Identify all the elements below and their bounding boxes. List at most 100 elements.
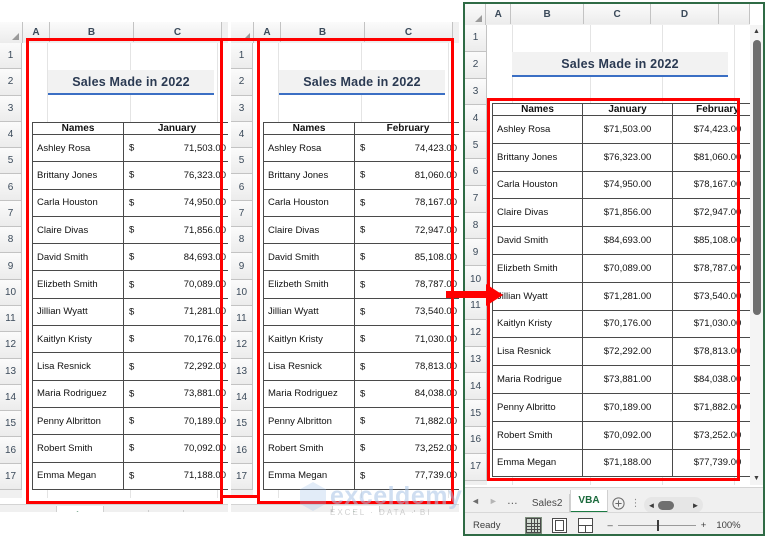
cell-name[interactable]: Claire Divas xyxy=(492,198,583,228)
cell-february[interactable]: $81,060.00 xyxy=(672,142,763,172)
horizontal-scrollbar[interactable]: ◄ ► xyxy=(643,497,704,513)
zoom-track[interactable] xyxy=(617,519,696,531)
sheet-tab-sales2[interactable]: Sales2 xyxy=(104,510,150,512)
cell-name[interactable]: Jillian Wyatt xyxy=(32,297,124,327)
row-header-11[interactable]: 11 xyxy=(231,305,253,333)
zoom-in-icon[interactable]: + xyxy=(701,520,707,531)
row-header-1[interactable]: 1 xyxy=(0,43,22,70)
column-header-d[interactable]: D xyxy=(651,4,719,24)
cell-february[interactable]: $73,252.00 xyxy=(672,420,763,450)
row-header-15[interactable]: 15 xyxy=(231,411,253,438)
cell-name[interactable]: Maria Rodrigue xyxy=(492,365,583,394)
cell-name[interactable]: Elizbeth Smith xyxy=(492,253,583,283)
row-header-16[interactable]: 16 xyxy=(465,426,487,454)
cell-name[interactable]: Carla Houston xyxy=(263,188,355,217)
row-header-7[interactable]: 7 xyxy=(465,185,487,213)
cell-amount[interactable]: $74,950.00 xyxy=(123,188,228,217)
column-header-e[interactable] xyxy=(718,4,750,24)
row-header-13[interactable]: 13 xyxy=(465,346,487,374)
row-header-9[interactable]: 9 xyxy=(465,239,487,267)
cell-name[interactable]: Ashley Rosa xyxy=(32,133,124,163)
cell-january[interactable]: $71,856.00 xyxy=(582,198,673,228)
hscroll-left-arrow-icon[interactable]: ◄ xyxy=(648,501,656,510)
cell-name[interactable]: Ashley Rosa xyxy=(263,133,355,163)
cell-amount[interactable]: $81,060.00 xyxy=(354,161,459,190)
cell-name[interactable]: Maria Rodriguez xyxy=(263,379,355,408)
cell-amount[interactable]: $73,252.00 xyxy=(354,434,459,463)
cell-february[interactable]: $71,030.00 xyxy=(672,309,763,339)
column-header-c[interactable]: C xyxy=(365,22,453,42)
cell-amount[interactable]: $71,030.00 xyxy=(354,325,459,354)
cell-name[interactable]: Lisa Resnick xyxy=(32,352,124,381)
cell-amount[interactable]: $72,292.00 xyxy=(123,352,228,381)
cell-amount[interactable]: $70,189.00 xyxy=(123,406,228,436)
row-header-5[interactable]: 5 xyxy=(231,148,253,175)
cell-name[interactable]: Robert Smith xyxy=(263,434,355,463)
scrollbar-thumb[interactable] xyxy=(753,40,761,315)
column-header-c[interactable]: C xyxy=(134,22,222,42)
row-header-2[interactable]: 2 xyxy=(0,69,22,96)
cell-january[interactable]: $71,281.00 xyxy=(582,281,673,311)
nav-next-icon[interactable]: ► xyxy=(489,496,498,506)
row-header-7[interactable]: 7 xyxy=(231,200,253,228)
row-header-12[interactable]: 12 xyxy=(0,332,22,359)
row-header-9[interactable]: 9 xyxy=(0,253,22,280)
normal-view-icon[interactable] xyxy=(525,516,543,534)
row-header-8[interactable]: 8 xyxy=(231,227,253,254)
row-header-4[interactable]: 4 xyxy=(231,121,253,149)
cell-february[interactable]: $72,947.00 xyxy=(672,198,763,228)
cell-amount[interactable]: $70,092.00 xyxy=(123,434,228,463)
cell-february[interactable]: $78,787.00 xyxy=(672,253,763,283)
cell-amount[interactable]: $70,089.00 xyxy=(123,270,228,299)
cell-amount[interactable]: $76,323.00 xyxy=(123,161,228,190)
cell-name[interactable]: Robert Smith xyxy=(32,434,124,463)
hscrollbar-thumb[interactable] xyxy=(658,500,675,510)
cell-amount[interactable]: $84,038.00 xyxy=(354,379,459,408)
hscroll-right-arrow-icon[interactable]: ► xyxy=(691,501,699,510)
row-header-13[interactable]: 13 xyxy=(231,358,253,385)
column-header-a[interactable]: A xyxy=(23,22,50,42)
nav-more-icon[interactable]: … xyxy=(507,495,519,507)
scroll-up-arrow-icon[interactable]: ▲ xyxy=(750,25,763,38)
cell-january[interactable]: $84,693.00 xyxy=(582,226,673,255)
select-all-corner[interactable] xyxy=(465,4,487,25)
cell-february[interactable]: $77,739.00 xyxy=(672,448,763,478)
row-header-1[interactable]: 1 xyxy=(465,25,487,52)
sheet-nav-arrows-middle[interactable]: ◄ ► … xyxy=(231,505,287,512)
row-header-9[interactable]: 9 xyxy=(231,253,253,280)
cell-january[interactable]: $73,881.00 xyxy=(582,365,673,394)
cell-february[interactable]: $73,540.00 xyxy=(672,281,763,311)
sheet-tab-sales1[interactable]: Sales1 xyxy=(55,506,104,512)
cell-name[interactable]: Claire Divas xyxy=(263,215,355,245)
row-header-10[interactable]: 10 xyxy=(465,266,487,293)
cell-name[interactable]: Penny Albritton xyxy=(32,406,124,436)
cell-amount[interactable]: $74,423.00 xyxy=(354,133,459,163)
row-header-15[interactable]: 15 xyxy=(465,400,487,427)
row-header-1[interactable]: 1 xyxy=(231,43,253,70)
row-header-14[interactable]: 14 xyxy=(231,384,253,412)
cell-january[interactable]: $72,292.00 xyxy=(582,337,673,367)
cell-name[interactable]: Emma Megan xyxy=(492,448,583,478)
row-header-5[interactable]: 5 xyxy=(465,132,487,159)
cell-amount[interactable]: $71,188.00 xyxy=(123,461,228,490)
cell-name[interactable]: Claire Divas xyxy=(32,215,124,245)
zoom-slider[interactable]: – + xyxy=(607,519,707,531)
cell-name[interactable]: Lisa Resnick xyxy=(492,337,583,367)
cell-amount[interactable]: $71,882.00 xyxy=(354,406,459,436)
cell-january[interactable]: $70,092.00 xyxy=(582,420,673,450)
cell-name[interactable]: Elizbeth Smith xyxy=(32,270,124,299)
cell-february[interactable]: $85,108.00 xyxy=(672,226,763,255)
cell-february[interactable]: $78,167.00 xyxy=(672,170,763,200)
row-header-10[interactable]: 10 xyxy=(231,279,253,306)
cell-amount[interactable]: $71,503.00 xyxy=(123,133,228,163)
cell-january[interactable]: $70,189.00 xyxy=(582,392,673,422)
cell-name[interactable]: Brittany Jones xyxy=(32,161,124,190)
column-header-b[interactable]: B xyxy=(511,4,585,24)
nav-more-icon[interactable]: … xyxy=(40,511,52,512)
row-header-15[interactable]: 15 xyxy=(0,411,22,438)
column-header-c[interactable]: C xyxy=(584,4,652,24)
cell-name[interactable]: Penny Albritton xyxy=(263,406,355,436)
row-header-8[interactable]: 8 xyxy=(465,212,487,240)
column-header-a[interactable]: A xyxy=(486,4,512,24)
cell-name[interactable]: Emma Megan xyxy=(32,461,124,490)
